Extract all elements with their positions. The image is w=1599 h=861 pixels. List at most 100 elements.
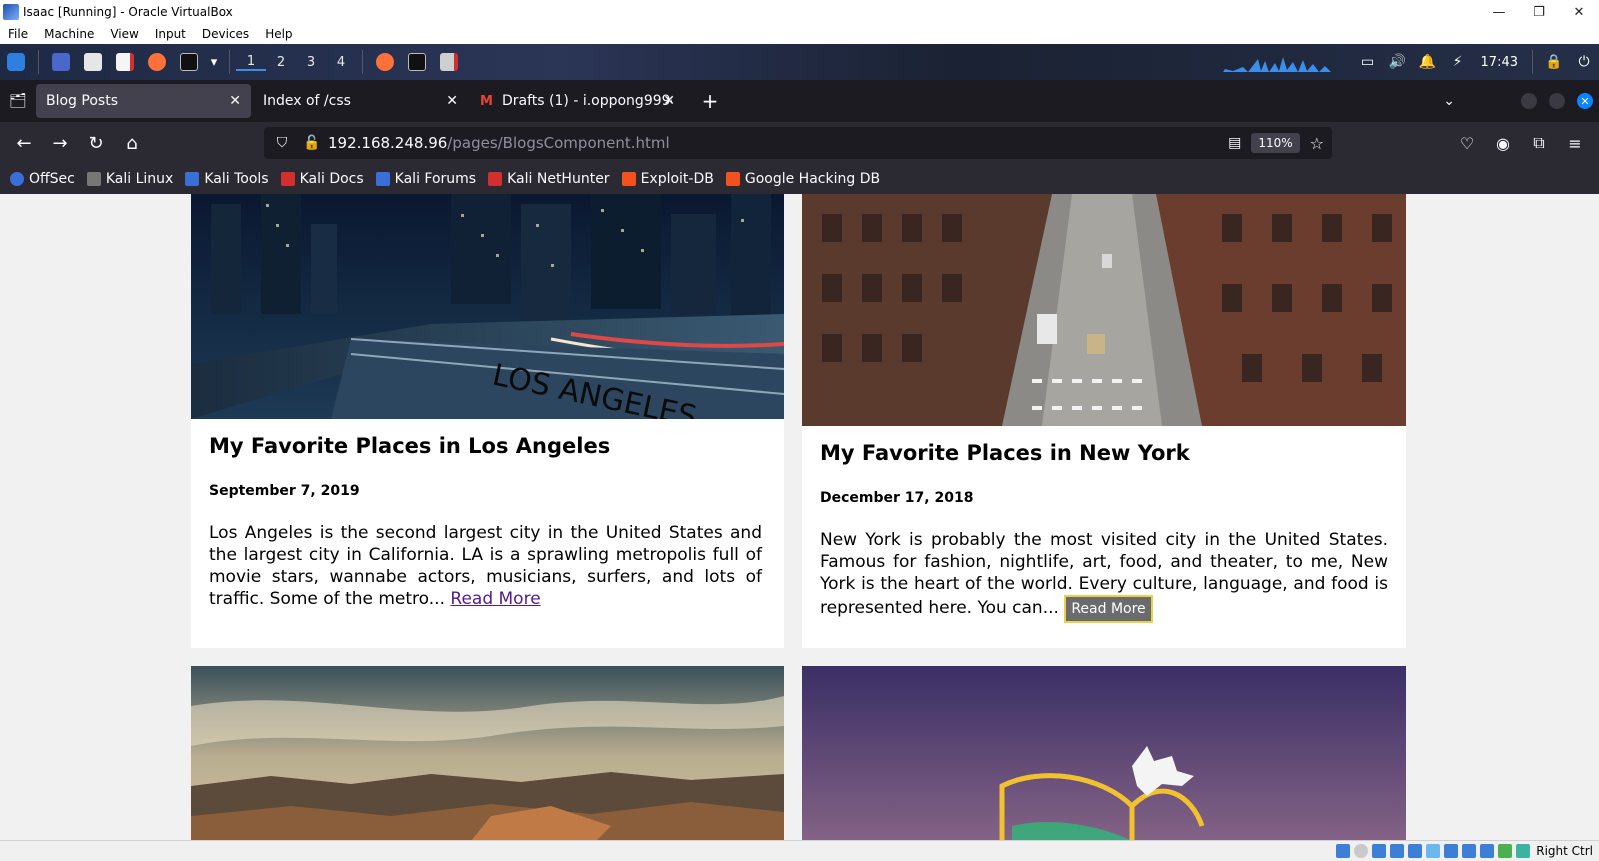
- maximize-window-icon[interactable]: [1549, 93, 1565, 109]
- kali-top-panel: ▾ 1 2 3 4 ▭ 🔊 🔔 ⚡ 17:43 🔒 ⏻: [0, 44, 1599, 80]
- bookmark-label: Kali NetHunter: [507, 171, 610, 187]
- menu-help[interactable]: Help: [257, 27, 300, 41]
- bookmark-label: Exploit-DB: [640, 171, 714, 187]
- close-tab-icon[interactable]: ✕: [663, 93, 675, 109]
- kali-forums-icon: [375, 172, 390, 186]
- tab-index-css[interactable]: Index of /css ✕: [253, 84, 468, 118]
- account-icon[interactable]: ◉: [1485, 134, 1521, 153]
- text-editor-icon[interactable]: [111, 49, 139, 75]
- guest-additions-icon[interactable]: [1498, 844, 1513, 858]
- file-manager-icon[interactable]: [79, 49, 107, 75]
- workspace-3[interactable]: 3: [296, 55, 326, 70]
- read-more-button[interactable]: Read More: [1064, 595, 1153, 623]
- tracking-shield-icon[interactable]: ⛉: [270, 135, 294, 151]
- minimize-window-icon[interactable]: [1521, 93, 1537, 109]
- logout-icon[interactable]: ⏻: [1569, 54, 1599, 70]
- bookmark-kali-linux[interactable]: Kali Linux: [86, 171, 174, 187]
- lock-icon[interactable]: 🔒: [1539, 54, 1569, 70]
- bookmarks-toolbar: OffSec Kali Linux Kali Tools Kali Docs K…: [0, 164, 1599, 194]
- pocket-icon[interactable]: ♡: [1449, 134, 1485, 153]
- exploit-db-icon: [621, 172, 636, 186]
- kali-docs-icon: [280, 172, 295, 186]
- menu-input[interactable]: Input: [147, 27, 194, 41]
- menu-view[interactable]: View: [102, 27, 146, 41]
- notification-bell-icon[interactable]: 🔔: [1413, 54, 1443, 70]
- tab-blog-posts[interactable]: Blog Posts ✕: [36, 84, 251, 118]
- close-window-icon[interactable]: ✕: [1577, 93, 1593, 109]
- bookmark-offsec[interactable]: OffSec: [10, 171, 75, 187]
- terminal-window-icon[interactable]: [403, 49, 431, 75]
- reader-view-icon[interactable]: ▤: [1228, 135, 1241, 151]
- bookmark-kali-docs[interactable]: Kali Docs: [280, 171, 364, 187]
- bookmark-exploit-db[interactable]: Exploit-DB: [621, 171, 714, 187]
- desktop-icon[interactable]: [47, 49, 75, 75]
- display-icon[interactable]: ▭: [1353, 54, 1383, 70]
- bookmark-star-icon[interactable]: ☆: [1310, 134, 1324, 153]
- bookmark-kali-forums[interactable]: Kali Forums: [375, 171, 476, 187]
- panel-separator: [362, 50, 363, 74]
- workspace-4[interactable]: 4: [326, 55, 356, 70]
- workspace-1[interactable]: 1: [236, 54, 266, 71]
- bookmark-label: Kali Linux: [105, 171, 174, 187]
- bookmark-google-hacking-db[interactable]: Google Hacking DB: [725, 171, 880, 187]
- close-tab-icon[interactable]: ✕: [229, 93, 241, 109]
- tab-title: Index of /css: [263, 93, 351, 109]
- editor-window-icon[interactable]: [435, 49, 463, 75]
- recording-icon[interactable]: [1462, 844, 1477, 858]
- close-icon[interactable]: ✕: [1559, 0, 1599, 24]
- post-excerpt: New York is probably the most visited ci…: [820, 529, 1388, 623]
- firefox-launcher-icon[interactable]: [143, 49, 171, 75]
- workspace-2[interactable]: 2: [266, 55, 296, 70]
- volume-icon[interactable]: 🔊: [1383, 54, 1413, 70]
- extensions-icon[interactable]: ⧉: [1521, 133, 1557, 153]
- tab-gmail-drafts[interactable]: M Drafts (1) - i.oppong999@ ✕: [470, 84, 685, 118]
- virtualization-icon[interactable]: [1480, 844, 1495, 858]
- gmail-icon: M: [480, 93, 493, 109]
- menu-devices[interactable]: Devices: [194, 27, 257, 41]
- browser-nav-bar: ← → ↻ ⌂ ⛉ 🔓 192.168.248.96/pages/BlogsCo…: [0, 122, 1599, 164]
- url-host: 192.168.248.96: [328, 134, 448, 152]
- grand-canyon-image: [191, 666, 784, 840]
- post-title[interactable]: My Favorite Places in Los Angeles: [209, 434, 610, 458]
- display-status-icon[interactable]: [1444, 844, 1459, 858]
- bookmark-kali-tools[interactable]: Kali Tools: [185, 171, 269, 187]
- reload-icon[interactable]: ↻: [78, 133, 114, 154]
- page-content: LOS ANGELES My Favorite Places in Los An…: [0, 194, 1599, 840]
- insecure-lock-icon[interactable]: 🔓: [300, 135, 324, 151]
- usb-icon[interactable]: [1408, 844, 1423, 858]
- url-path: /pages/BlogsComponent.html: [447, 134, 670, 152]
- mouse-integration-icon[interactable]: [1516, 844, 1531, 858]
- menu-machine[interactable]: Machine: [36, 27, 102, 41]
- zoom-level-button[interactable]: 110%: [1251, 133, 1300, 153]
- tab-overview-icon[interactable]: 🗂: [0, 85, 36, 117]
- restore-icon[interactable]: ❐: [1519, 0, 1559, 24]
- shared-folders-icon[interactable]: [1426, 844, 1441, 858]
- firefox-window-icon[interactable]: [371, 49, 399, 75]
- new-tab-button[interactable]: +: [695, 89, 725, 113]
- bookmark-kali-nethunter[interactable]: Kali NetHunter: [488, 171, 610, 187]
- neon-sign-image: [802, 666, 1406, 840]
- app-menu-icon[interactable]: ≡: [1557, 134, 1593, 153]
- terminal-launcher-icon[interactable]: [175, 49, 203, 75]
- list-all-tabs-icon[interactable]: ⌄: [1443, 93, 1455, 109]
- read-more-link[interactable]: Read More: [450, 589, 540, 609]
- power-icon[interactable]: ⚡: [1443, 54, 1473, 70]
- blog-card-los-angeles: LOS ANGELES My Favorite Places in Los An…: [191, 194, 784, 648]
- forward-icon[interactable]: →: [42, 133, 78, 154]
- network-icon[interactable]: [1390, 844, 1405, 858]
- kali-menu-icon[interactable]: [2, 49, 30, 75]
- post-title[interactable]: My Favorite Places in New York: [820, 441, 1190, 465]
- url-bar[interactable]: ⛉ 🔓 192.168.248.96/pages/BlogsComponent.…: [264, 127, 1332, 159]
- close-tab-icon[interactable]: ✕: [446, 93, 458, 109]
- cpu-graph: [1202, 57, 1343, 72]
- chevron-down-icon[interactable]: ▾: [207, 49, 221, 75]
- clock[interactable]: 17:43: [1473, 55, 1526, 70]
- menu-file[interactable]: File: [0, 27, 36, 41]
- post-date: September 7, 2019: [209, 483, 360, 499]
- back-icon[interactable]: ←: [6, 133, 42, 154]
- minimize-icon[interactable]: —: [1479, 0, 1519, 24]
- home-icon[interactable]: ⌂: [114, 133, 150, 154]
- hard-disk-icon[interactable]: [1336, 844, 1351, 858]
- audio-icon[interactable]: [1372, 844, 1387, 858]
- optical-drive-icon[interactable]: [1354, 844, 1369, 858]
